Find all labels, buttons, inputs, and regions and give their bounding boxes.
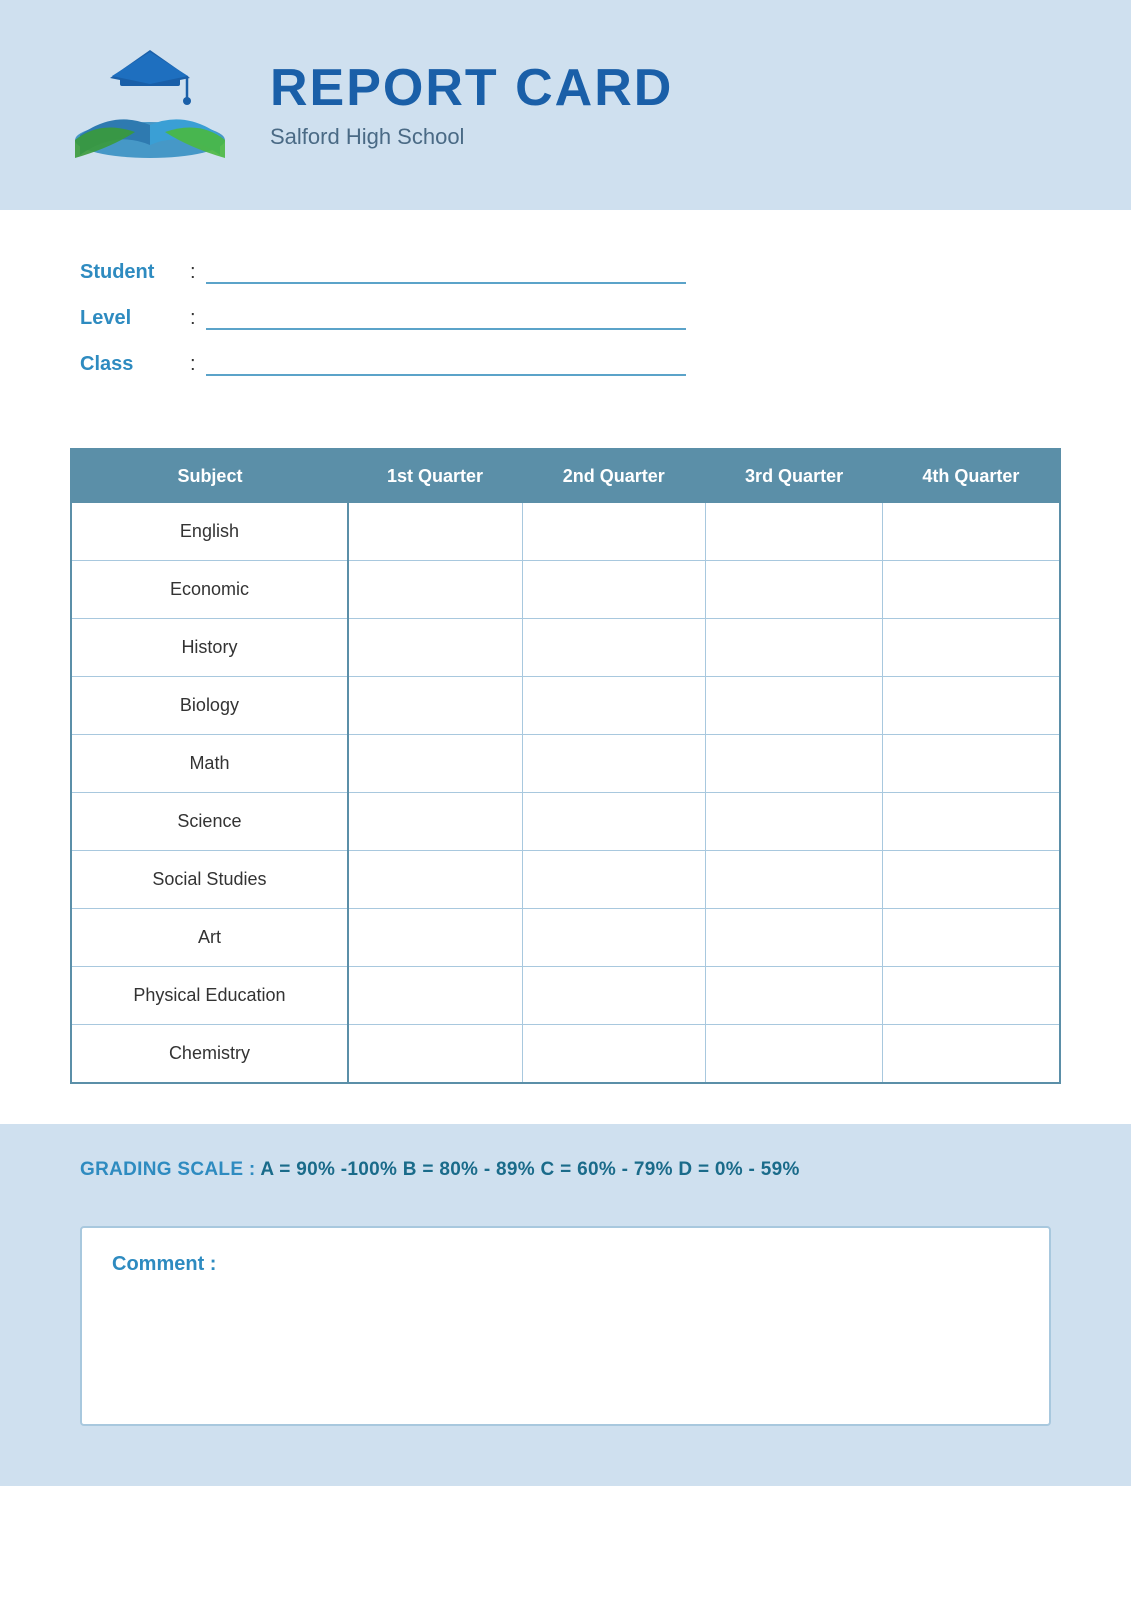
grade-cell xyxy=(705,851,882,909)
grade-cell xyxy=(348,909,522,967)
subject-cell: Economic xyxy=(71,561,348,619)
grade-cell xyxy=(705,1025,882,1084)
grade-cell xyxy=(348,619,522,677)
grade-cell xyxy=(522,561,705,619)
comment-section: Comment : xyxy=(0,1216,1131,1486)
col-2nd-quarter: 2nd Quarter xyxy=(522,449,705,503)
table-row: Math xyxy=(71,735,1060,793)
grade-cell xyxy=(348,561,522,619)
grade-cell xyxy=(705,503,882,561)
grade-cell xyxy=(522,677,705,735)
grade-cell xyxy=(883,1025,1060,1084)
col-4th-quarter: 4th Quarter xyxy=(883,449,1060,503)
grade-cell xyxy=(348,677,522,735)
col-3rd-quarter: 3rd Quarter xyxy=(705,449,882,503)
grade-cell xyxy=(705,967,882,1025)
school-name: Salford High School xyxy=(270,124,673,150)
grade-cell xyxy=(705,793,882,851)
level-input[interactable] xyxy=(206,306,686,330)
student-info-section: Student : Level : Class : xyxy=(0,210,1131,428)
table-header-row: Subject 1st Quarter 2nd Quarter 3rd Quar… xyxy=(71,449,1060,503)
level-label: Level xyxy=(80,307,190,330)
grade-cell xyxy=(522,503,705,561)
student-row: Student : xyxy=(80,260,1051,284)
subject-cell: Physical Education xyxy=(71,967,348,1025)
student-input[interactable] xyxy=(206,260,686,284)
header-text: REPORT CARD Salford High School xyxy=(270,60,673,149)
grade-cell xyxy=(348,967,522,1025)
grade-cell xyxy=(883,677,1060,735)
table-row: Chemistry xyxy=(71,1025,1060,1084)
grade-cell xyxy=(348,1025,522,1084)
grade-cell xyxy=(522,619,705,677)
subject-cell: History xyxy=(71,619,348,677)
table-row: Art xyxy=(71,909,1060,967)
subject-cell: Chemistry xyxy=(71,1025,348,1084)
grade-cell xyxy=(883,851,1060,909)
class-colon: : xyxy=(190,353,196,376)
grade-cell xyxy=(705,619,882,677)
grade-cell xyxy=(705,561,882,619)
grade-cell xyxy=(883,619,1060,677)
grades-table-section: Subject 1st Quarter 2nd Quarter 3rd Quar… xyxy=(0,428,1131,1114)
comment-label: Comment : xyxy=(112,1253,1019,1276)
table-row: History xyxy=(71,619,1060,677)
subject-cell: Social Studies xyxy=(71,851,348,909)
class-row: Class : xyxy=(80,352,1051,376)
grade-cell xyxy=(348,793,522,851)
level-colon: : xyxy=(190,307,196,330)
grading-scale-values: A = 90% -100% B = 80% - 89% C = 60% - 79… xyxy=(260,1159,799,1180)
grade-cell xyxy=(883,967,1060,1025)
grade-cell xyxy=(522,967,705,1025)
grading-scale-label: GRADING SCALE : xyxy=(80,1159,256,1180)
grading-scale-text: GRADING SCALE : A = 90% -100% B = 80% - … xyxy=(80,1159,1051,1181)
col-1st-quarter: 1st Quarter xyxy=(348,449,522,503)
grade-cell xyxy=(522,1025,705,1084)
school-logo xyxy=(60,40,240,170)
subject-cell: Math xyxy=(71,735,348,793)
col-subject: Subject xyxy=(71,449,348,503)
grade-cell xyxy=(883,793,1060,851)
grade-cell xyxy=(883,909,1060,967)
table-row: Biology xyxy=(71,677,1060,735)
table-row: Social Studies xyxy=(71,851,1060,909)
report-card-title: REPORT CARD xyxy=(270,60,673,117)
grades-table: Subject 1st Quarter 2nd Quarter 3rd Quar… xyxy=(70,448,1061,1084)
grade-cell xyxy=(883,503,1060,561)
level-row: Level : xyxy=(80,306,1051,330)
grade-cell xyxy=(883,561,1060,619)
grade-cell xyxy=(522,735,705,793)
subject-cell: Art xyxy=(71,909,348,967)
grade-cell xyxy=(705,909,882,967)
table-row: English xyxy=(71,503,1060,561)
grade-cell xyxy=(348,503,522,561)
grade-cell xyxy=(705,677,882,735)
comment-box: Comment : xyxy=(80,1226,1051,1426)
grade-cell xyxy=(522,909,705,967)
subject-cell: Biology xyxy=(71,677,348,735)
grade-cell xyxy=(522,793,705,851)
grade-cell xyxy=(348,735,522,793)
class-label: Class xyxy=(80,353,190,376)
table-row: Physical Education xyxy=(71,967,1060,1025)
grade-cell xyxy=(522,851,705,909)
grading-scale-section: GRADING SCALE : A = 90% -100% B = 80% - … xyxy=(0,1124,1131,1216)
student-colon: : xyxy=(190,261,196,284)
grade-cell xyxy=(348,851,522,909)
table-row: Economic xyxy=(71,561,1060,619)
class-input[interactable] xyxy=(206,352,686,376)
grade-cell xyxy=(883,735,1060,793)
student-label: Student xyxy=(80,261,190,284)
table-row: Science xyxy=(71,793,1060,851)
subject-cell: Science xyxy=(71,793,348,851)
header: REPORT CARD Salford High School xyxy=(0,0,1131,210)
subject-cell: English xyxy=(71,503,348,561)
grade-cell xyxy=(705,735,882,793)
